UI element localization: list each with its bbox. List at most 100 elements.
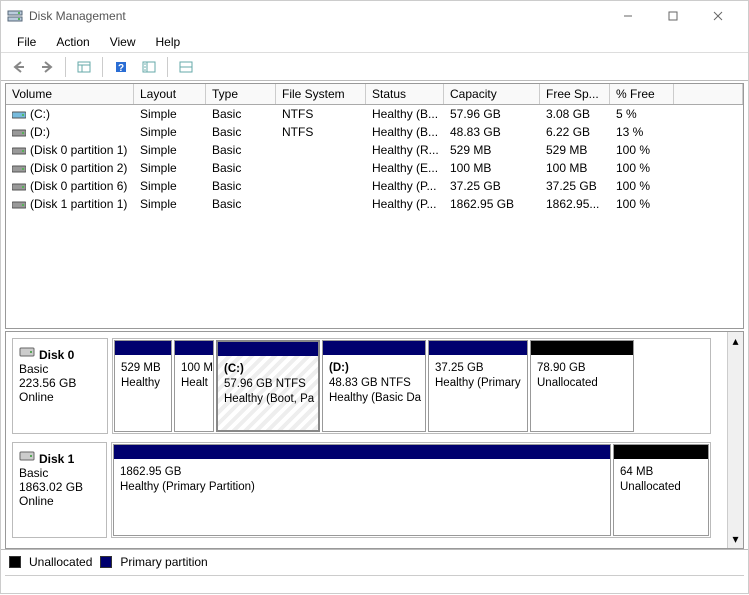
partition-header-bar bbox=[531, 341, 633, 355]
volume-layout: Simple bbox=[134, 195, 206, 213]
partition[interactable]: 64 MBUnallocated bbox=[613, 444, 709, 536]
partition-status: Healthy (Basic Da bbox=[329, 392, 421, 404]
partition-size: 100 M bbox=[181, 362, 213, 374]
volume-layout: Simple bbox=[134, 123, 206, 141]
volume-row[interactable]: (Disk 0 partition 1)SimpleBasicHealthy (… bbox=[6, 141, 743, 159]
scroll-up-icon[interactable]: ▴ bbox=[732, 334, 738, 348]
partition[interactable]: 1862.95 GB Healthy (Primary Partition) bbox=[113, 444, 611, 536]
forward-button[interactable] bbox=[35, 56, 59, 78]
volume-name: (D:) bbox=[30, 125, 50, 139]
volume-status: Healthy (R... bbox=[366, 141, 444, 159]
volume-cap: 100 MB bbox=[444, 159, 540, 177]
settings-button[interactable] bbox=[137, 56, 161, 78]
legend-primary: Primary partition bbox=[120, 555, 207, 569]
volume-pct: 13 % bbox=[610, 123, 674, 141]
partition-title: (D:) bbox=[329, 362, 349, 374]
drive-icon bbox=[12, 145, 26, 155]
volume-status: Healthy (B... bbox=[366, 105, 444, 123]
volume-type: Basic bbox=[206, 159, 276, 177]
volume-status: Healthy (E... bbox=[366, 159, 444, 177]
volume-row[interactable]: (Disk 0 partition 2)SimpleBasicHealthy (… bbox=[6, 159, 743, 177]
volume-row[interactable]: (Disk 0 partition 6)SimpleBasicHealthy (… bbox=[6, 177, 743, 195]
partition-size: 1862.95 GB bbox=[120, 466, 181, 478]
disk-name: Disk 1 bbox=[39, 452, 74, 466]
volume-fs: NTFS bbox=[276, 105, 366, 123]
partition-header-bar bbox=[115, 341, 171, 355]
volume-pct: 5 % bbox=[610, 105, 674, 123]
partition-size: 529 MB bbox=[121, 362, 161, 374]
help-button[interactable]: ? bbox=[109, 56, 133, 78]
volume-name: (Disk 0 partition 6) bbox=[30, 179, 127, 193]
minimize-button[interactable] bbox=[605, 1, 650, 31]
drive-icon bbox=[12, 163, 26, 173]
volume-name: (Disk 0 partition 1) bbox=[30, 143, 127, 157]
legend-unallocated: Unallocated bbox=[29, 555, 92, 569]
col-volume[interactable]: Volume bbox=[6, 84, 134, 104]
drive-icon bbox=[12, 127, 26, 137]
volume-name: (Disk 0 partition 2) bbox=[30, 161, 127, 175]
col-status[interactable]: Status bbox=[366, 84, 444, 104]
close-button[interactable] bbox=[695, 1, 740, 31]
partition-header-bar bbox=[114, 445, 610, 459]
volume-status: Healthy (P... bbox=[366, 177, 444, 195]
col-capacity[interactable]: Capacity bbox=[444, 84, 540, 104]
partition-header-bar bbox=[218, 342, 318, 356]
volume-row[interactable]: (Disk 1 partition 1)SimpleBasicHealthy (… bbox=[6, 195, 743, 213]
disk-label[interactable]: Disk 0Basic223.56 GBOnline bbox=[12, 338, 108, 434]
col-pctfree[interactable]: % Free bbox=[610, 84, 674, 104]
disk-row: Disk 1Basic1863.02 GBOnline 1862.95 GB Hea… bbox=[12, 442, 711, 538]
partition[interactable]: 100 M Healt bbox=[174, 340, 214, 432]
partition-status: Unallocated bbox=[620, 481, 681, 493]
app-icon bbox=[7, 8, 23, 24]
partition-size: 37.25 GB bbox=[435, 362, 484, 374]
partition-header-bar bbox=[323, 341, 425, 355]
drive-icon bbox=[12, 199, 26, 209]
volume-list[interactable]: Volume Layout Type File System Status Ca… bbox=[5, 83, 744, 329]
volume-row[interactable]: (D:)SimpleBasicNTFSHealthy (B...48.83 GB… bbox=[6, 123, 743, 141]
partition-size: 57.96 GB NTFS bbox=[224, 378, 306, 390]
partition[interactable]: 37.25 GB Healthy (Primary bbox=[428, 340, 528, 432]
menu-view[interactable]: View bbox=[100, 33, 146, 51]
scrollbar[interactable]: ▴ ▾ bbox=[727, 332, 743, 548]
partition-title: (C:) bbox=[224, 363, 244, 375]
col-freespace[interactable]: Free Sp... bbox=[540, 84, 610, 104]
volume-fs bbox=[276, 159, 366, 177]
partition-size: 48.83 GB NTFS bbox=[329, 377, 411, 389]
menu-action[interactable]: Action bbox=[46, 33, 99, 51]
partition-status: Unallocated bbox=[537, 377, 598, 389]
back-button[interactable] bbox=[7, 56, 31, 78]
maximize-button[interactable] bbox=[650, 1, 695, 31]
col-layout[interactable]: Layout bbox=[134, 84, 206, 104]
volume-row[interactable]: (C:)SimpleBasicNTFSHealthy (B...57.96 GB… bbox=[6, 105, 743, 123]
volume-type: Basic bbox=[206, 195, 276, 213]
disk-icon bbox=[19, 345, 35, 362]
show-hide-console-tree-button[interactable] bbox=[72, 56, 96, 78]
statusbar bbox=[5, 575, 744, 595]
volume-pct: 100 % bbox=[610, 195, 674, 213]
partition-status: Healthy bbox=[121, 377, 160, 389]
partition-status: Healthy (Primary Partition) bbox=[120, 481, 255, 493]
partition-status: Healthy (Primary bbox=[435, 377, 521, 389]
menu-help[interactable]: Help bbox=[146, 33, 191, 51]
partition[interactable]: (C:)57.96 GB NTFSHealthy (Boot, Pa bbox=[216, 340, 320, 432]
partition[interactable]: (D:) 48.83 GB NTFS Healthy (Basic Da bbox=[322, 340, 426, 432]
volume-fs: NTFS bbox=[276, 123, 366, 141]
partition-strip: 529 MB Healthy 100 M Healt (C:) 57.96 GB NTFS… bbox=[112, 338, 711, 434]
partition-status: Healt bbox=[181, 377, 208, 389]
volume-pct: 100 % bbox=[610, 141, 674, 159]
disk-label[interactable]: Disk 1Basic1863.02 GBOnline bbox=[12, 442, 107, 538]
col-type[interactable]: Type bbox=[206, 84, 276, 104]
menu-file[interactable]: File bbox=[7, 33, 46, 51]
volume-list-header[interactable]: Volume Layout Type File System Status Ca… bbox=[6, 84, 743, 105]
scroll-down-icon[interactable]: ▾ bbox=[732, 532, 738, 546]
partition[interactable]: 78.90 GBUnallocated bbox=[530, 340, 634, 432]
volume-type: Basic bbox=[206, 141, 276, 159]
swatch-unallocated bbox=[9, 556, 21, 568]
partition-header-bar bbox=[175, 341, 213, 355]
col-filesystem[interactable]: File System bbox=[276, 84, 366, 104]
partition[interactable]: 529 MB Healthy bbox=[114, 340, 172, 432]
volume-cap: 48.83 GB bbox=[444, 123, 540, 141]
volume-fs bbox=[276, 141, 366, 159]
volume-layout: Simple bbox=[134, 105, 206, 123]
toggle-view-button[interactable] bbox=[174, 56, 198, 78]
